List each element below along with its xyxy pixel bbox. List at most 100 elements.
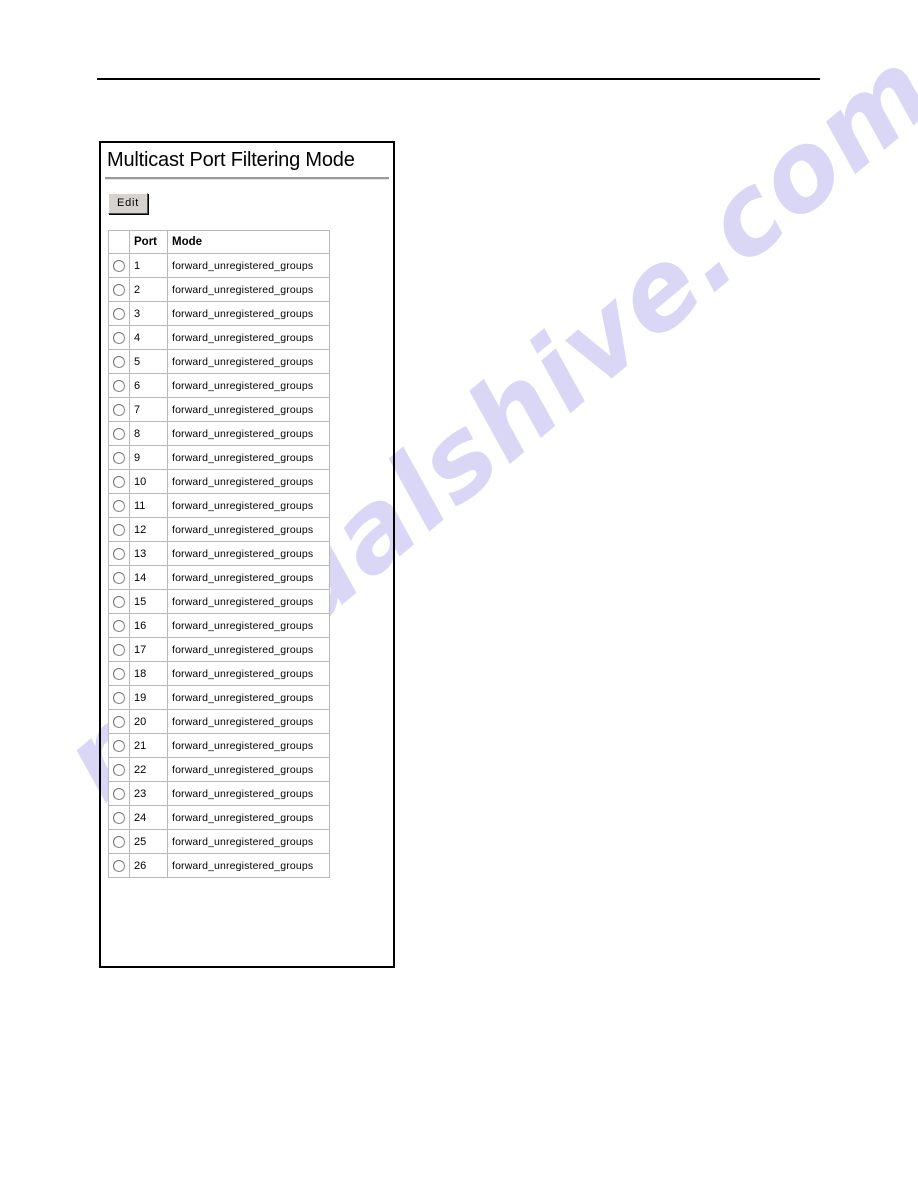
row-select-cell[interactable]	[108, 469, 130, 494]
table-body: 1 forward_unregistered_groups 2 forward_unr…	[108, 253, 330, 878]
panel-body: Edit Port Mode 1 forward_unregistered_gro…	[101, 180, 393, 878]
mode-cell: forward_unregistered_groups	[167, 469, 330, 494]
table-row[interactable]: 7 forward_unregistered_groups	[108, 397, 330, 422]
radio-button-icon[interactable]	[113, 283, 125, 296]
port-cell: 13	[129, 541, 168, 566]
table-row[interactable]: 16 forward_unregistered_groups	[108, 613, 330, 638]
mode-cell: forward_unregistered_groups	[167, 613, 330, 638]
row-select-cell[interactable]	[108, 589, 130, 614]
port-cell: 6	[129, 373, 168, 398]
port-cell: 8	[129, 421, 168, 446]
radio-button-icon[interactable]	[113, 691, 125, 704]
radio-button-icon[interactable]	[113, 763, 125, 776]
row-select-cell[interactable]	[108, 661, 130, 686]
edit-button[interactable]: Edit	[108, 193, 149, 214]
radio-button-icon[interactable]	[113, 835, 125, 848]
row-select-cell[interactable]	[108, 757, 130, 782]
port-cell: 17	[129, 637, 168, 662]
table-row[interactable]: 3 forward_unregistered_groups	[108, 301, 330, 326]
table-row[interactable]: 9 forward_unregistered_groups	[108, 445, 330, 470]
radio-button-icon[interactable]	[113, 643, 125, 656]
table-row[interactable]: 4 forward_unregistered_groups	[108, 325, 330, 350]
radio-button-icon[interactable]	[113, 307, 125, 320]
radio-button-icon[interactable]	[113, 475, 125, 488]
table-row[interactable]: 8 forward_unregistered_groups	[108, 421, 330, 446]
radio-button-icon[interactable]	[113, 523, 125, 536]
table-row[interactable]: 22 forward_unregistered_groups	[108, 757, 330, 782]
mode-cell: forward_unregistered_groups	[167, 829, 330, 854]
table-row[interactable]: 17 forward_unregistered_groups	[108, 637, 330, 662]
table-row[interactable]: 18 forward_unregistered_groups	[108, 661, 330, 686]
table-row[interactable]: 12 forward_unregistered_groups	[108, 517, 330, 542]
mode-cell: forward_unregistered_groups	[167, 517, 330, 542]
port-cell: 4	[129, 325, 168, 350]
row-select-cell[interactable]	[108, 853, 130, 878]
row-select-cell[interactable]	[108, 709, 130, 734]
row-select-cell[interactable]	[108, 565, 130, 590]
radio-button-icon[interactable]	[113, 355, 125, 368]
table-row[interactable]: 2 forward_unregistered_groups	[108, 277, 330, 302]
row-select-cell[interactable]	[108, 373, 130, 398]
multicast-port-filtering-panel: Multicast Port Filtering Mode Edit Port …	[99, 141, 395, 968]
table-row[interactable]: 24 forward_unregistered_groups	[108, 805, 330, 830]
radio-button-icon[interactable]	[113, 379, 125, 392]
row-select-cell[interactable]	[108, 277, 130, 302]
table-row[interactable]: 19 forward_unregistered_groups	[108, 685, 330, 710]
radio-button-icon[interactable]	[113, 499, 125, 512]
radio-button-icon[interactable]	[113, 811, 125, 824]
table-row[interactable]: 1 forward_unregistered_groups	[108, 253, 330, 278]
mode-cell: forward_unregistered_groups	[167, 637, 330, 662]
row-select-cell[interactable]	[108, 517, 130, 542]
table-row[interactable]: 13 forward_unregistered_groups	[108, 541, 330, 566]
row-select-cell[interactable]	[108, 829, 130, 854]
table-row[interactable]: 14 forward_unregistered_groups	[108, 565, 330, 590]
radio-button-icon[interactable]	[113, 859, 125, 872]
radio-button-icon[interactable]	[113, 547, 125, 560]
mode-cell: forward_unregistered_groups	[167, 781, 330, 806]
table-row[interactable]: 6 forward_unregistered_groups	[108, 373, 330, 398]
mode-cell: forward_unregistered_groups	[167, 301, 330, 326]
table-row[interactable]: 26 forward_unregistered_groups	[108, 853, 330, 878]
radio-button-icon[interactable]	[113, 403, 125, 416]
row-select-cell[interactable]	[108, 781, 130, 806]
row-select-cell[interactable]	[108, 325, 130, 350]
table-row[interactable]: 15 forward_unregistered_groups	[108, 589, 330, 614]
mode-cell: forward_unregistered_groups	[167, 253, 330, 278]
radio-button-icon[interactable]	[113, 571, 125, 584]
radio-button-icon[interactable]	[113, 715, 125, 728]
row-select-cell[interactable]	[108, 541, 130, 566]
radio-button-icon[interactable]	[113, 595, 125, 608]
radio-button-icon[interactable]	[113, 259, 125, 272]
row-select-cell[interactable]	[108, 805, 130, 830]
table-row[interactable]: 21 forward_unregistered_groups	[108, 733, 330, 758]
table-row[interactable]: 25 forward_unregistered_groups	[108, 829, 330, 854]
radio-button-icon[interactable]	[113, 619, 125, 632]
table-row[interactable]: 5 forward_unregistered_groups	[108, 349, 330, 374]
mode-cell: forward_unregistered_groups	[167, 685, 330, 710]
radio-button-icon[interactable]	[113, 427, 125, 440]
row-select-cell[interactable]	[108, 301, 130, 326]
row-select-cell[interactable]	[108, 349, 130, 374]
column-header-port: Port	[129, 230, 168, 254]
radio-button-icon[interactable]	[113, 331, 125, 344]
radio-button-icon[interactable]	[113, 667, 125, 680]
row-select-cell[interactable]	[108, 637, 130, 662]
row-select-cell[interactable]	[108, 733, 130, 758]
row-select-cell[interactable]	[108, 397, 130, 422]
table-row[interactable]: 23 forward_unregistered_groups	[108, 781, 330, 806]
row-select-cell[interactable]	[108, 613, 130, 638]
table-row[interactable]: 11 forward_unregistered_groups	[108, 493, 330, 518]
page-header-rule	[97, 78, 820, 80]
radio-button-icon[interactable]	[113, 451, 125, 464]
row-select-cell[interactable]	[108, 253, 130, 278]
row-select-cell[interactable]	[108, 493, 130, 518]
radio-button-icon[interactable]	[113, 739, 125, 752]
row-select-cell[interactable]	[108, 421, 130, 446]
port-cell: 21	[129, 733, 168, 758]
row-select-cell[interactable]	[108, 685, 130, 710]
table-row[interactable]: 10 forward_unregistered_groups	[108, 469, 330, 494]
row-select-cell[interactable]	[108, 445, 130, 470]
radio-button-icon[interactable]	[113, 787, 125, 800]
mode-cell: forward_unregistered_groups	[167, 805, 330, 830]
table-row[interactable]: 20 forward_unregistered_groups	[108, 709, 330, 734]
